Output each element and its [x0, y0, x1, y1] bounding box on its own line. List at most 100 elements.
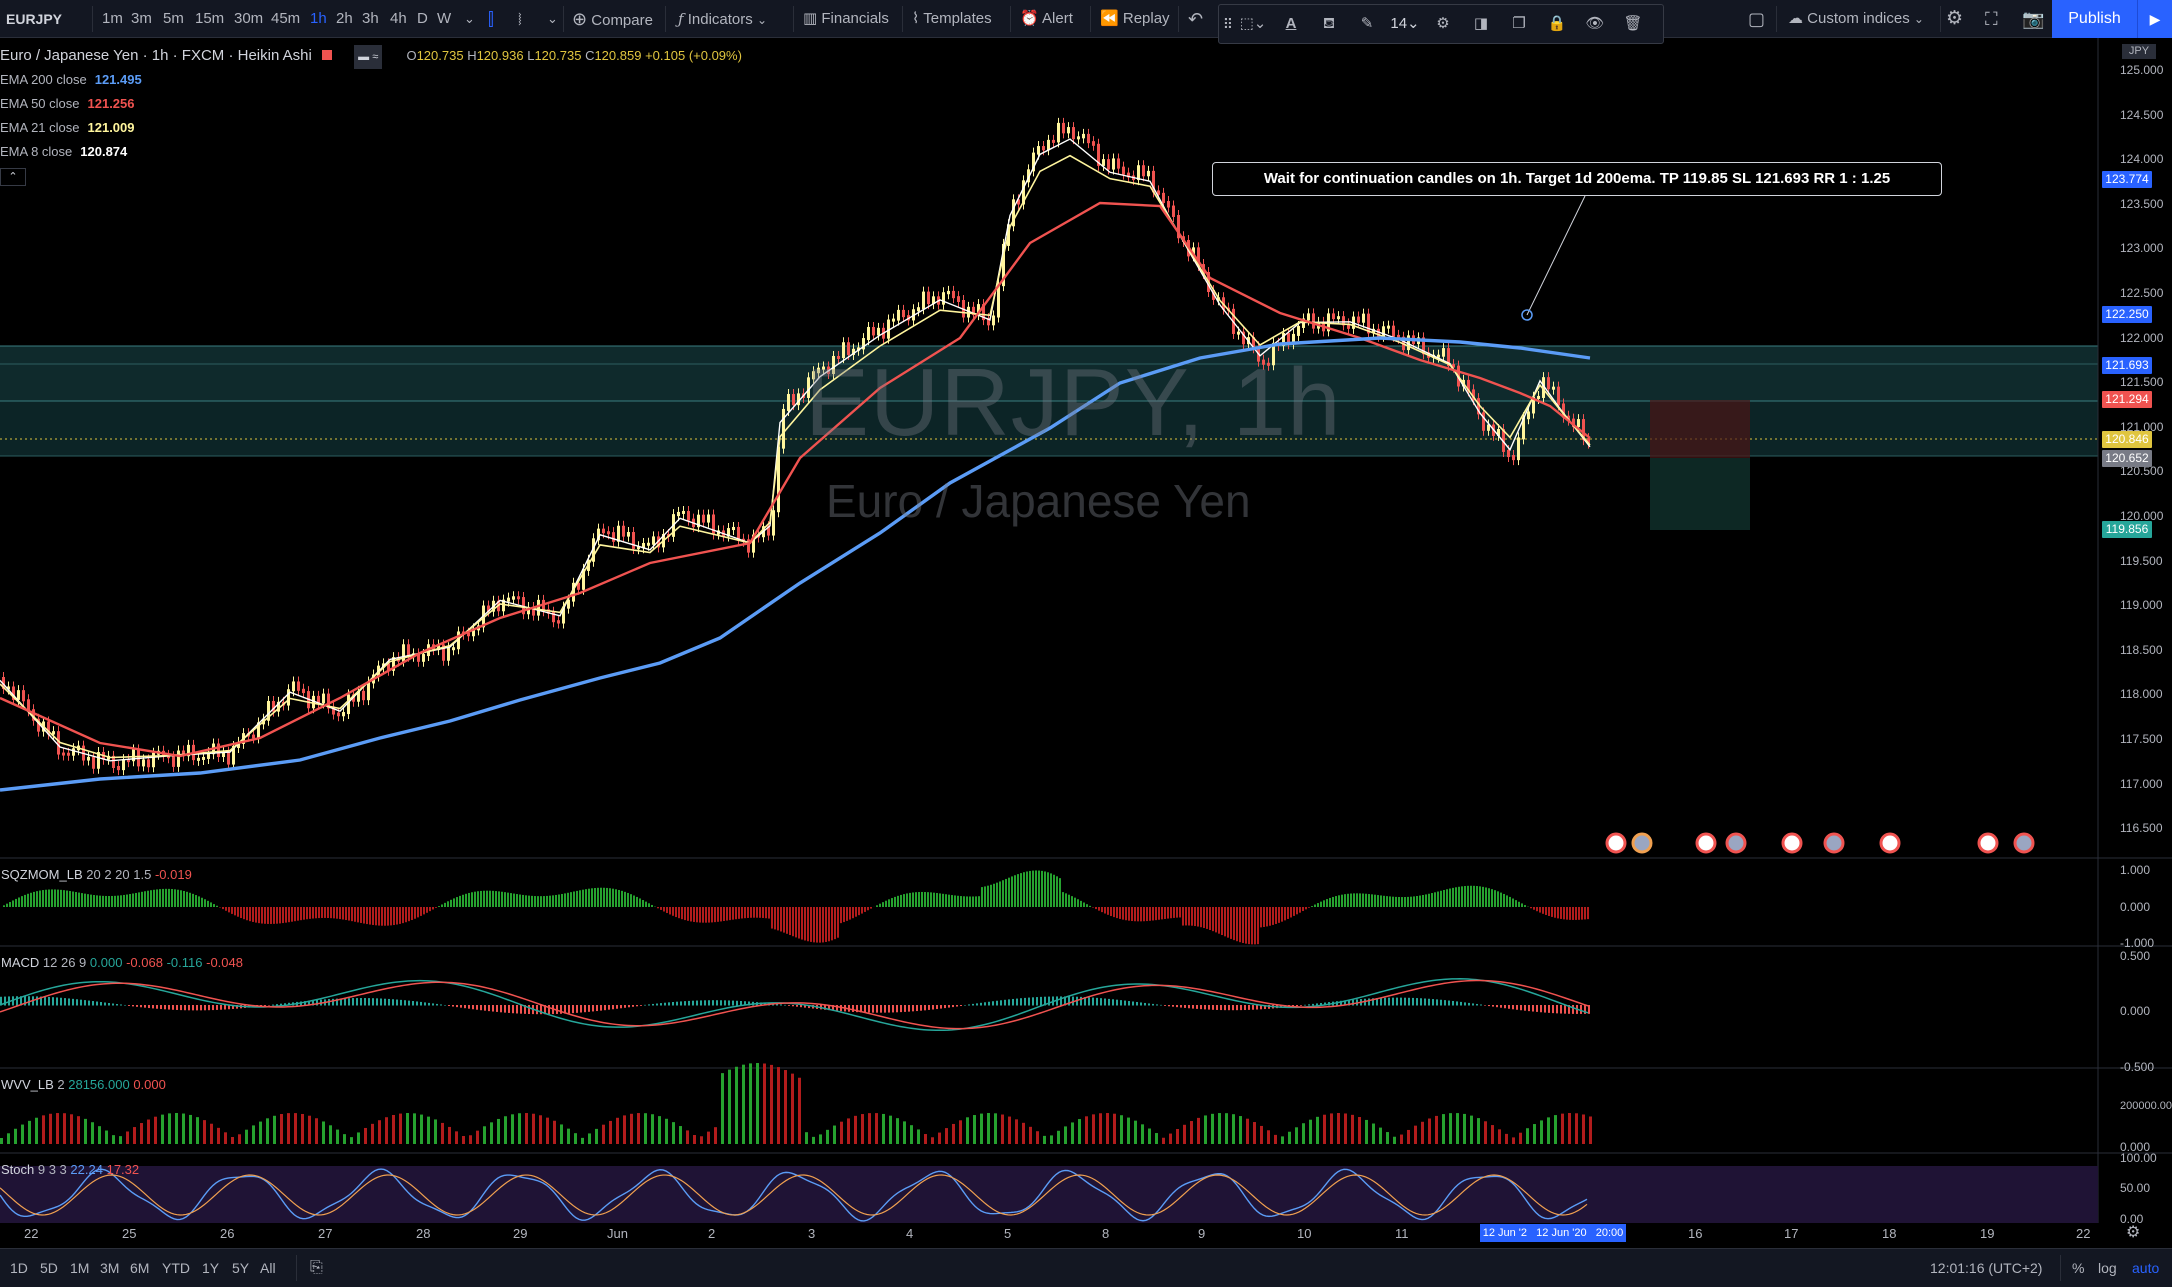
macd-bar — [872, 1005, 874, 1013]
range-3m[interactable]: 3M — [100, 1249, 119, 1287]
event-marker[interactable] — [1879, 832, 1901, 854]
event-marker[interactable] — [1823, 832, 1845, 854]
range-ytd[interactable]: YTD — [162, 1249, 190, 1287]
indicators-button[interactable]: ƒ Indicators ⌄ — [678, 0, 767, 38]
settings-gear-icon[interactable]: ⚙ — [1946, 0, 1963, 38]
event-marker[interactable] — [1781, 832, 1803, 854]
wvf-bar — [147, 1119, 150, 1144]
macd-bar — [108, 1003, 110, 1006]
collapse-icon[interactable]: ▬ ≈ — [354, 45, 383, 69]
sqz-bar — [699, 907, 701, 923]
goto-date-icon[interactable]: ⎘ — [310, 1249, 323, 1287]
publish-button[interactable]: Publish — [2052, 0, 2137, 38]
wvf-legend[interactable]: WVV_LB 2 28156.000 0.000 — [1, 1077, 166, 1092]
pen-color-icon[interactable]: ✎ — [1349, 5, 1385, 43]
eye-icon[interactable]: 👁 — [1577, 5, 1613, 43]
event-marker[interactable] — [1725, 832, 1747, 854]
font-size-select[interactable]: 14⌄ — [1387, 5, 1423, 43]
legend-title[interactable]: Euro / Japanese Yen · 1h · FXCM · Heikin… — [0, 47, 312, 64]
sqz-bar — [1146, 907, 1148, 922]
range-1m[interactable]: 1M — [70, 1249, 89, 1287]
clone-icon[interactable]: ❐ — [1501, 5, 1537, 43]
interval-45m[interactable]: 45m — [271, 0, 300, 38]
range-5y[interactable]: 5Y — [232, 1249, 249, 1287]
event-markers[interactable] — [1605, 832, 2035, 854]
time-axis-settings-icon[interactable]: ⚙ — [2126, 1222, 2140, 1242]
ema-legend-row[interactable]: EMA 200 close 121.495 — [0, 68, 742, 92]
macd-bar — [892, 1005, 894, 1013]
lock-icon[interactable]: 🔒 — [1539, 5, 1575, 43]
auto-toggle[interactable]: auto — [2132, 1249, 2159, 1287]
interval-dropdown-icon[interactable]: ⌄ — [464, 0, 475, 38]
crosshair-time-label: 12 Jun '2 12 Jun '20 20:00 — [1480, 1224, 1626, 1242]
chart-style-dropdown-icon[interactable]: ⌄ — [547, 0, 558, 38]
interval-3h[interactable]: 3h — [362, 0, 379, 38]
symbol-search[interactable]: EURJPY — [6, 0, 62, 38]
undo-icon[interactable]: ↶ — [1188, 0, 1203, 38]
macd-bar — [1032, 997, 1034, 1006]
range-1y[interactable]: 1Y — [202, 1249, 219, 1287]
macd-bar — [440, 1004, 442, 1006]
camera-icon[interactable]: 📷 — [2022, 0, 2044, 38]
ema-legend-row[interactable]: EMA 21 close 121.009 — [0, 116, 742, 140]
stop-loss-zone[interactable] — [1650, 400, 1750, 458]
templates-button[interactable]: ⌇ Templates — [912, 0, 992, 38]
fullscreen-icon[interactable]: ⛶ — [1985, 0, 1998, 38]
wvf-bar — [364, 1127, 367, 1144]
take-profit-zone[interactable] — [1650, 458, 1750, 530]
interval-d[interactable]: D — [417, 0, 428, 38]
candle — [952, 290, 955, 299]
interval-5m[interactable]: 5m — [163, 0, 184, 38]
range-all[interactable]: All — [260, 1249, 276, 1287]
sqz-bar — [51, 889, 53, 907]
interval-1h[interactable]: 1h — [310, 0, 327, 38]
replay-button[interactable]: ⏪ Replay — [1100, 0, 1170, 38]
fill-bucket-icon[interactable]: ⛾ — [1311, 5, 1347, 43]
drag-handle-icon[interactable]: ⠿ — [1221, 5, 1235, 43]
range-1d[interactable]: 1D — [10, 1249, 28, 1287]
range-6m[interactable]: 6M — [130, 1249, 149, 1287]
macd-legend[interactable]: MACD 12 26 9 0.000 -0.068 -0.116 -0.048 — [1, 955, 243, 970]
layout-square-icon[interactable]: ▢ — [1748, 0, 1765, 38]
interval-w[interactable]: W — [437, 0, 451, 38]
event-marker[interactable] — [2013, 832, 2035, 854]
event-marker[interactable] — [1605, 832, 1627, 854]
custom-indices-button[interactable]: ☁ Custom indices ⌄ — [1788, 0, 1924, 38]
financials-button[interactable]: ▥ Financials — [803, 0, 889, 38]
ema-legend-row[interactable]: EMA 50 close 121.256 — [0, 92, 742, 116]
settings-gear-icon[interactable]: ⚙ — [1425, 5, 1461, 43]
bar-style-icon[interactable]: ⧘ — [518, 0, 522, 38]
collapse-legend-button[interactable]: ⌃ — [0, 168, 26, 186]
range-5d[interactable]: 5D — [40, 1249, 58, 1287]
chart-canvas[interactable] — [0, 38, 2172, 1248]
wvf-bar — [1407, 1129, 1410, 1144]
interval-2h[interactable]: 2h — [336, 0, 353, 38]
interval-30m[interactable]: 30m — [234, 0, 263, 38]
event-marker[interactable] — [1695, 832, 1717, 854]
flag-icon[interactable] — [322, 50, 332, 60]
publish-play-icon[interactable]: ▶ — [2137, 0, 2172, 38]
ema-legend-row[interactable]: EMA 8 close 120.874 — [0, 140, 742, 164]
selection-tool-icon[interactable]: ⬚⌄ — [1235, 5, 1271, 43]
percent-toggle[interactable]: % — [2072, 1249, 2084, 1287]
interval-4h[interactable]: 4h — [390, 0, 407, 38]
log-toggle[interactable]: log — [2098, 1249, 2117, 1287]
sqz-bar — [324, 907, 326, 918]
alert-button[interactable]: ⏰ Alert — [1020, 0, 1073, 38]
clock[interactable]: 12:01:16 (UTC+2) — [1930, 1249, 2042, 1287]
wvf-bar — [539, 1115, 542, 1144]
stoch-legend[interactable]: Stoch 9 3 3 22.24 17.32 — [1, 1162, 139, 1177]
sqz-legend[interactable]: SQZMOM_LB 20 2 20 1.5 -0.019 — [1, 867, 192, 882]
trade-note-callout[interactable]: Wait for continuation candles on 1h. Tar… — [1212, 162, 1942, 196]
event-marker[interactable] — [1631, 832, 1653, 854]
candle-type-icon[interactable]: ⫿ — [488, 0, 494, 38]
text-color-icon[interactable]: A — [1273, 5, 1309, 43]
sqz-bar — [828, 907, 830, 942]
event-marker[interactable] — [1977, 832, 1999, 854]
trash-icon[interactable]: 🗑 — [1615, 5, 1651, 43]
interval-15m[interactable]: 15m — [195, 0, 224, 38]
visual-order-icon[interactable]: ◨ — [1463, 5, 1499, 43]
interval-1m[interactable]: 1m — [102, 0, 123, 38]
interval-3m[interactable]: 3m — [131, 0, 152, 38]
compare-button[interactable]: ⊕ Compare — [572, 0, 653, 38]
